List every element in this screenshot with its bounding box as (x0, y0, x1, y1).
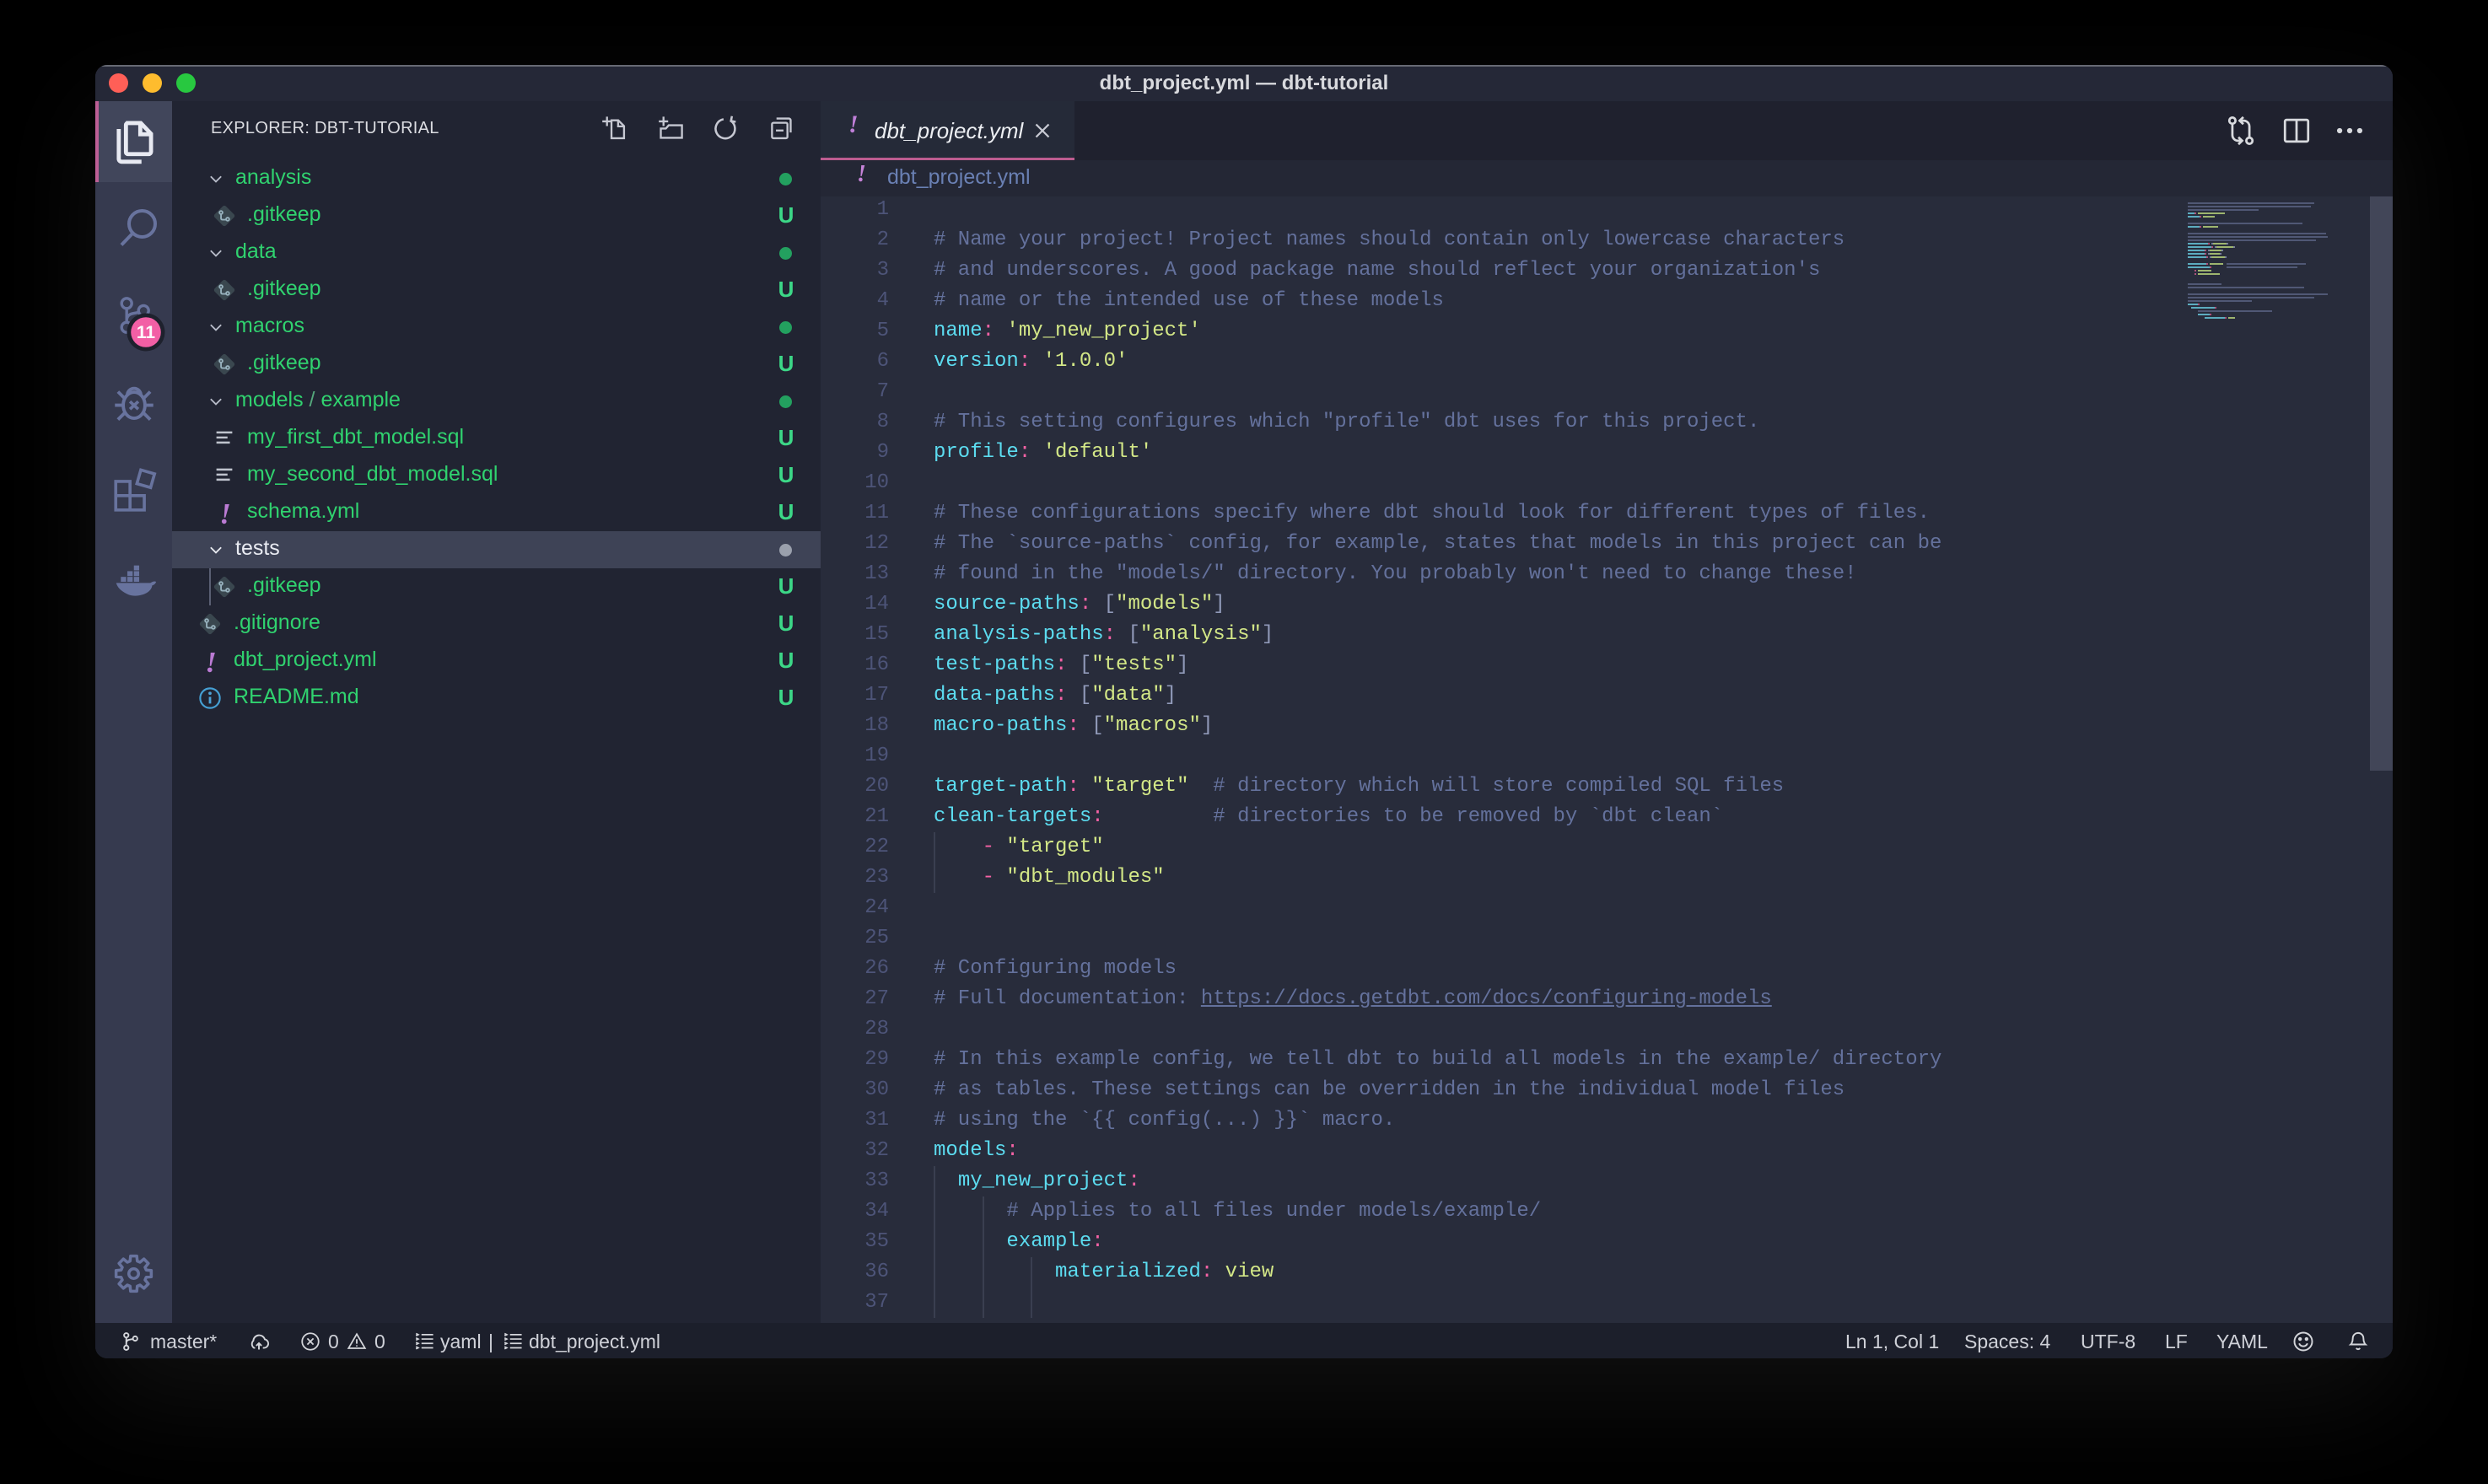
svg-text:!: ! (219, 500, 231, 527)
svg-text:!: ! (205, 648, 217, 675)
svg-text:11: 11 (137, 323, 156, 342)
